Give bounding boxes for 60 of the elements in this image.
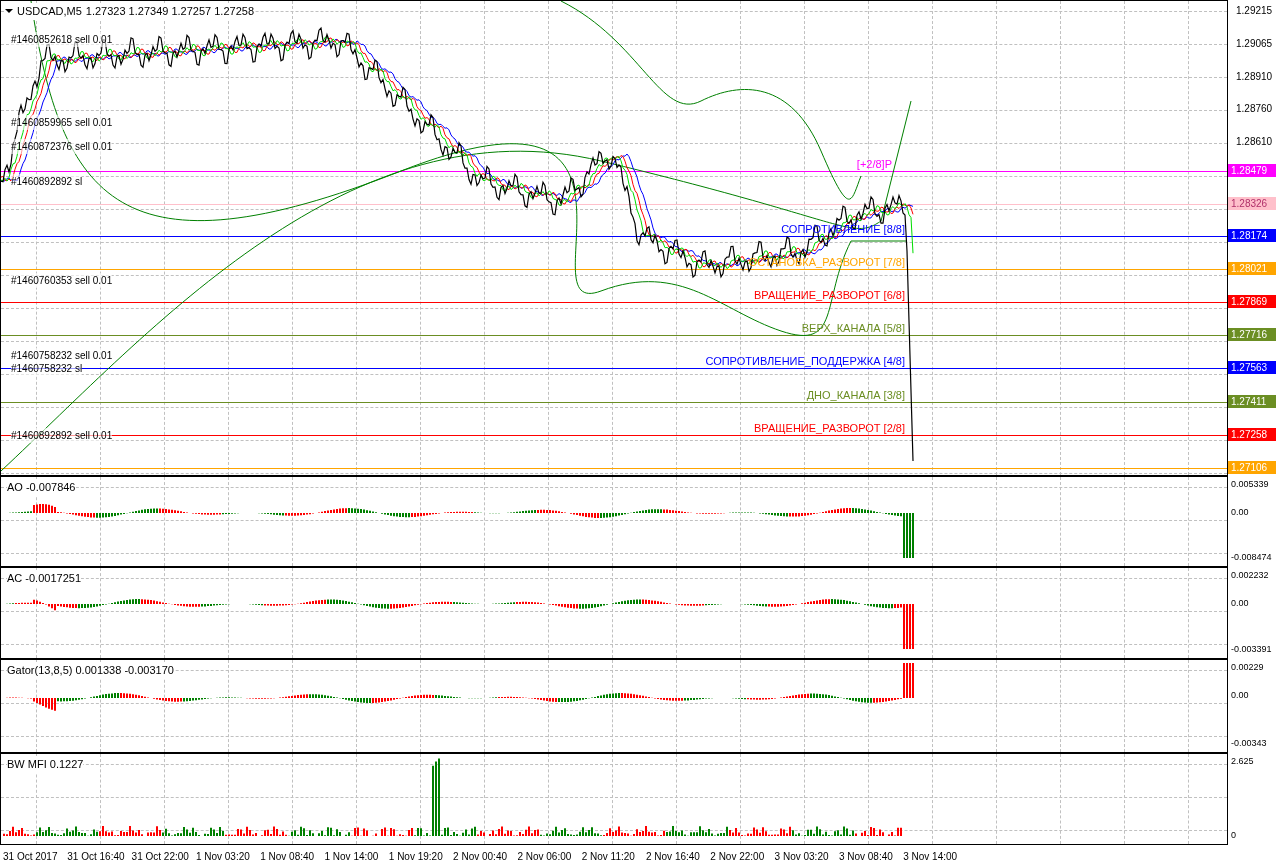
- time-tick: 2 Nov 22:00: [710, 850, 765, 864]
- time-tick: 1 Nov 14:00: [324, 850, 379, 864]
- price-tick: 1.29215: [1236, 4, 1273, 18]
- order-label: #1460758232 sl: [11, 361, 83, 376]
- time-tick: 1 Nov 03:20: [195, 850, 250, 864]
- value-tick: -0.003391: [1231, 643, 1272, 656]
- order-label: #1460852618 sell 0.01: [11, 32, 113, 47]
- time-tick: 31 Oct 22:00: [131, 850, 189, 864]
- order-label: #1460892892 sell 0.01: [11, 428, 113, 443]
- value-tick: 0.005339: [1231, 478, 1269, 491]
- value-tick: 0.00: [1231, 506, 1249, 519]
- price-badge: 1.28326: [1228, 197, 1276, 210]
- indicator-title: Gator(13,8,5) 0.001338 -0.003170: [7, 662, 174, 679]
- time-tick: 1 Nov 08:40: [260, 850, 315, 864]
- price-badge: 1.27716: [1228, 328, 1276, 341]
- value-tick: 0: [1231, 829, 1236, 842]
- level-label: [+2/8]P: [856, 157, 892, 172]
- level-label: ДНО_КАНАЛА [3/8]: [806, 388, 905, 403]
- price-badge: 1.27411: [1228, 395, 1276, 408]
- price-tick: 1.28610: [1236, 135, 1273, 149]
- order-label: #1460760353 sell 0.01: [11, 273, 113, 288]
- value-tick: 2.625: [1231, 755, 1254, 768]
- time-tick: 2 Nov 16:40: [646, 850, 700, 864]
- price-badge: 1.27563: [1228, 361, 1276, 374]
- chart-quote: 1.27323 1.27349 1.27257 1.27258: [85, 4, 254, 19]
- indicator-title: AC -0.0017251: [7, 570, 81, 587]
- value-tick: 0.00229: [1231, 661, 1264, 674]
- time-tick: 3 Nov 08:40: [838, 850, 893, 864]
- time-tick: 3 Nov 14:00: [903, 850, 958, 864]
- order-label: #1460892892 sl: [11, 174, 83, 189]
- price-badge: 1.28174: [1228, 229, 1276, 242]
- chart-symbol: USDCAD,M5: [17, 4, 82, 19]
- price-badge: 1.28021: [1228, 262, 1276, 275]
- time-tick: 1 Nov 19:20: [388, 850, 443, 864]
- value-tick: 0.00: [1231, 597, 1249, 610]
- time-tick: 2 Nov 11:20: [581, 850, 635, 864]
- indicator-title: AO -0.007846: [7, 479, 76, 496]
- time-tick: 31 Oct 2017: [3, 850, 58, 864]
- order-label: #1460859965 sell 0.01: [11, 115, 113, 130]
- time-tick: 31 Oct 16:40: [67, 850, 125, 864]
- value-tick: 0.002232: [1231, 569, 1269, 582]
- indicator-title: BW MFI 0.1227: [7, 756, 84, 773]
- dropdown-caret-icon[interactable]: [5, 9, 13, 14]
- value-tick: -0.008474: [1231, 551, 1272, 564]
- price-tick: 1.29065: [1236, 37, 1273, 51]
- time-tick: 2 Nov 00:40: [453, 850, 508, 864]
- price-badge: 1.27106: [1228, 461, 1276, 474]
- price-badge: 1.27869: [1228, 295, 1276, 308]
- time-tick: 2 Nov 06:00: [517, 850, 572, 864]
- level-label: СОПРОТИВЛЕНИЕ_ПОДДЕРЖКА [4/8]: [705, 354, 905, 369]
- price-badge: 1.28479: [1228, 164, 1276, 177]
- price-tick: 1.28760: [1236, 102, 1273, 116]
- order-label: #1460872376 sell 0.01: [11, 139, 113, 154]
- order-label: #1460758232 sell 0.01: [11, 348, 113, 363]
- time-tick: 3 Nov 03:20: [774, 850, 829, 864]
- price-tick: 1.28910: [1236, 70, 1273, 84]
- price-badge: 1.27258: [1228, 428, 1276, 441]
- value-tick: 0.00: [1231, 689, 1249, 702]
- value-tick: -0.00343: [1231, 737, 1267, 750]
- level-label: ВРАЩЕНИЕ_РАЗВОРОТ [2/8]: [753, 421, 905, 436]
